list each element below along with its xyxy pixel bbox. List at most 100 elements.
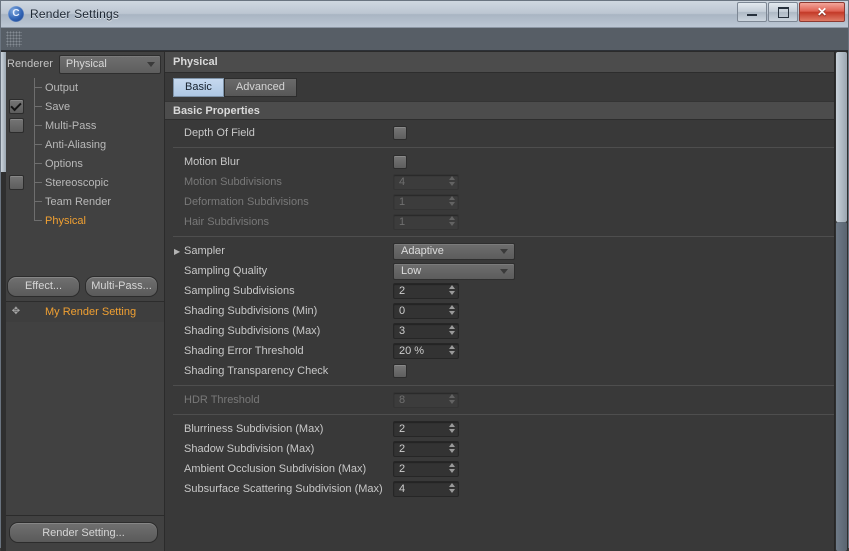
tree-twig: [31, 192, 43, 211]
tree-twig: [31, 211, 43, 230]
sidebar-item-stereoscopic[interactable]: Stereoscopic: [1, 173, 164, 192]
property-dropdown[interactable]: Low: [393, 262, 515, 280]
property-row: Subsurface Scattering Subdivision (Max) 4: [165, 479, 848, 499]
property-dropdown[interactable]: Adaptive: [393, 242, 515, 260]
minimize-icon: [747, 14, 757, 16]
control-area: [393, 126, 407, 140]
number-field-value: 3: [399, 325, 406, 337]
number-field[interactable]: 2: [393, 421, 459, 437]
sidebar-spacer: [1, 321, 164, 515]
title-bar: C Render Settings ✕: [1, 1, 848, 28]
panel-title: Physical: [165, 52, 848, 73]
property-row: Motion Subdivisions 4: [165, 172, 848, 192]
close-button[interactable]: ✕: [799, 2, 845, 22]
property-label: HDR Threshold: [184, 394, 260, 406]
renderer-dropdown-value: Physical: [65, 58, 107, 70]
control-area: 2: [393, 283, 459, 299]
property-label: Shading Subdivisions (Min): [184, 305, 318, 317]
control-area: [393, 364, 407, 378]
property-row: Hair Subdivisions 1: [165, 212, 848, 232]
panel-scrollbar[interactable]: [834, 52, 848, 551]
property-label: Shading Subdivisions (Max): [184, 325, 321, 337]
spinner-arrows[interactable]: [449, 325, 455, 335]
control-area: 0: [393, 303, 459, 319]
number-field[interactable]: 2: [393, 441, 459, 457]
maximize-button[interactable]: [768, 2, 798, 22]
properties-panel: Physical Basic Advanced Basic Properties …: [165, 52, 848, 551]
number-field: 1: [393, 214, 459, 230]
checkbox-unchecked-icon[interactable]: [8, 118, 24, 133]
property-label: Sampling Quality: [184, 265, 268, 277]
number-field[interactable]: 0: [393, 303, 459, 319]
number-field-value: 2: [399, 423, 406, 435]
effect-button[interactable]: Effect...: [7, 275, 80, 297]
drag-grip-icon[interactable]: [6, 31, 22, 47]
tree-twig: [31, 173, 43, 192]
close-icon: ✕: [816, 5, 828, 19]
sidebar-item-label: Team Render: [45, 195, 112, 208]
property-label: Shading Transparency Check: [184, 365, 329, 377]
property-row: Shading Error Threshold 20 %: [165, 341, 848, 361]
c4d-logo-icon: C: [8, 6, 24, 22]
spinner-arrows[interactable]: [449, 345, 455, 355]
sidebar-item-anti-aliasing[interactable]: Anti-Aliasing: [1, 135, 164, 154]
number-field-value: 4: [399, 483, 406, 495]
sidebar-item-multi-pass[interactable]: Multi-Pass: [1, 116, 164, 135]
number-field-value: 0: [399, 305, 406, 317]
checkbox-unchecked-icon[interactable]: [393, 155, 407, 169]
property-row: Shading Subdivisions (Min) 0: [165, 301, 848, 321]
settings-tree: Output Save Multi-Pass Anti-Aliasing Options…: [1, 76, 164, 272]
renderer-label: Renderer: [7, 58, 53, 70]
sidebar-item-label: Multi-Pass: [45, 119, 97, 132]
sidebar-scrollbar[interactable]: [1, 52, 6, 551]
panel-scrollbar-thumb[interactable]: [836, 52, 847, 222]
property-label: Sampling Subdivisions: [184, 285, 295, 297]
sidebar-item-options[interactable]: Options: [1, 154, 164, 173]
panel-scrollbar-track-lower[interactable]: [836, 222, 847, 551]
chevron-down-icon: [500, 269, 508, 274]
number-field-value: 2: [399, 443, 406, 455]
tree-twig: [31, 97, 43, 116]
property-label: Sampler: [184, 245, 225, 257]
sidebar-item-save[interactable]: Save: [1, 97, 164, 116]
spinner-arrows[interactable]: [449, 483, 455, 493]
property-label: Shading Error Threshold: [184, 345, 304, 357]
spinner-arrows[interactable]: [449, 305, 455, 315]
control-area: 4: [393, 481, 459, 497]
control-area: [393, 155, 407, 169]
sidebar-item-team-render[interactable]: Team Render: [1, 192, 164, 211]
number-field-value: 8: [399, 394, 406, 406]
checkbox-unchecked-icon[interactable]: [8, 175, 24, 190]
chevron-right-icon[interactable]: ▶: [174, 247, 184, 256]
checkbox-unchecked-icon[interactable]: [393, 364, 407, 378]
number-field-value: 1: [399, 216, 406, 228]
render-setting-button[interactable]: Render Setting...: [9, 522, 158, 543]
minimize-button[interactable]: [737, 2, 767, 22]
control-area: 3: [393, 323, 459, 339]
property-label: Blurriness Subdivision (Max): [184, 423, 324, 435]
renderer-dropdown[interactable]: Physical: [58, 54, 161, 74]
spinner-arrows[interactable]: [449, 423, 455, 433]
sidebar-item-label: Stereoscopic: [45, 176, 109, 189]
spinner-arrows[interactable]: [449, 285, 455, 295]
number-field[interactable]: 2: [393, 461, 459, 477]
number-field[interactable]: 3: [393, 323, 459, 339]
spinner-arrows: [449, 216, 455, 226]
number-field[interactable]: 2: [393, 283, 459, 299]
number-field[interactable]: 20 %: [393, 343, 459, 359]
sidebar-item-physical[interactable]: Physical: [1, 211, 164, 230]
spinner-arrows: [449, 394, 455, 404]
property-label: Ambient Occlusion Subdivision (Max): [184, 463, 367, 475]
tab-basic[interactable]: Basic: [173, 77, 224, 97]
tab-advanced[interactable]: Advanced: [223, 77, 297, 97]
render-setting-item[interactable]: ✥ My Render Setting: [1, 301, 164, 322]
multipass-button[interactable]: Multi-Pass...: [85, 275, 158, 297]
checkbox-unchecked-icon[interactable]: [393, 126, 407, 140]
spinner-arrows[interactable]: [449, 443, 455, 453]
number-field[interactable]: 4: [393, 481, 459, 497]
checkbox-checked-icon[interactable]: [8, 99, 24, 114]
sidebar-item-output[interactable]: Output: [1, 78, 164, 97]
property-row: Shading Transparency Check: [165, 361, 848, 381]
sidebar-scrollbar-thumb[interactable]: [1, 52, 6, 172]
spinner-arrows[interactable]: [449, 463, 455, 473]
